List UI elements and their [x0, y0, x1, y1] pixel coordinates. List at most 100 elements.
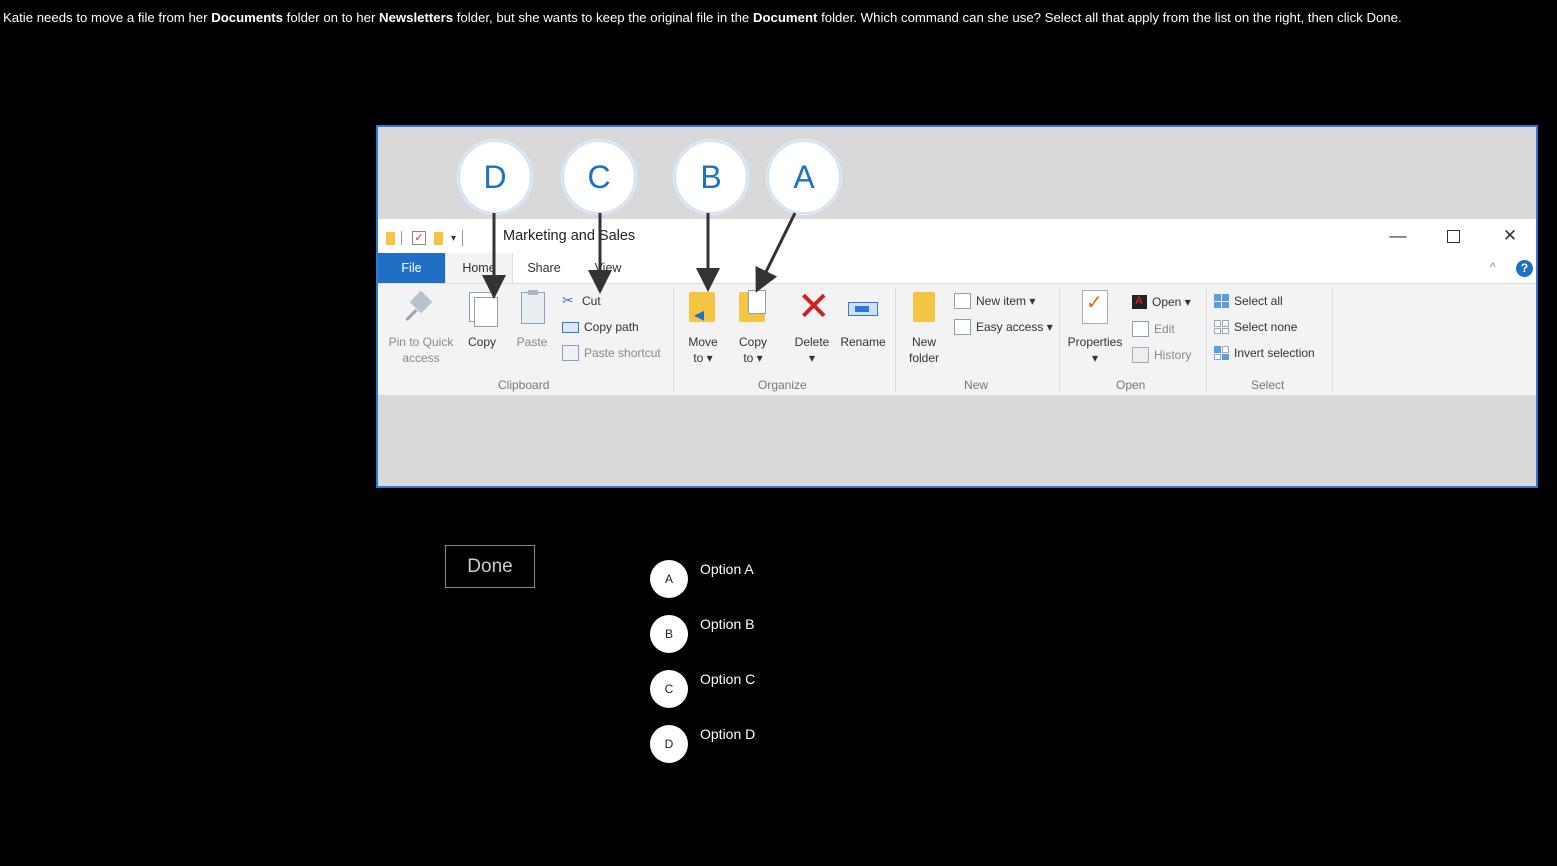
new-folder-icon [907, 290, 941, 326]
group-divider [895, 288, 896, 392]
copy-to-button[interactable]: Copy to ▾ [732, 290, 774, 366]
tab-share[interactable]: Share [518, 253, 570, 283]
window-title: Marketing and Sales [503, 228, 636, 244]
move-label-1: Move [688, 335, 718, 349]
paste-shortcut-icon [562, 345, 579, 361]
select-all-icon [1214, 294, 1229, 308]
option-b-label[interactable]: Option B [700, 616, 754, 632]
option-d-radio[interactable]: D [650, 725, 688, 763]
callout-b: B [674, 140, 748, 214]
pdf-open-icon [1132, 295, 1147, 309]
callout-a: A [767, 140, 841, 214]
close-button[interactable]: ✕ [1495, 224, 1525, 248]
easy-access-button[interactable]: Easy access ▾ [954, 318, 1053, 336]
maximize-icon [1446, 230, 1460, 243]
paste-shortcut-button[interactable]: Paste shortcut [562, 344, 661, 362]
copy-icon [465, 290, 499, 327]
delete-button[interactable]: ✕ Delete ▾ [788, 285, 836, 366]
option-d-label[interactable]: Option D [700, 726, 755, 742]
option-b-radio[interactable]: B [650, 615, 688, 653]
edit-button[interactable]: Edit [1132, 320, 1175, 338]
easy-access-icon [954, 319, 971, 335]
minimize-button[interactable]: — [1383, 224, 1413, 248]
question-bold-document: Document [752, 10, 818, 25]
rename-icon [846, 290, 880, 326]
group-divider [1206, 288, 1207, 392]
history-icon [1132, 347, 1149, 363]
tab-home[interactable]: Home [445, 253, 513, 283]
select-all-button[interactable]: Select all [1214, 292, 1283, 310]
properties-button[interactable]: Properties ▾ [1064, 290, 1126, 366]
pin-label-2: access [402, 351, 440, 365]
pin-icon [404, 290, 438, 326]
paste-button[interactable]: Paste [512, 290, 552, 350]
scissors-icon [562, 292, 577, 309]
new-folder-icon[interactable] [434, 231, 443, 245]
select-none-label: Select none [1234, 320, 1298, 334]
new-folder-button[interactable]: New folder [902, 290, 946, 366]
delete-label: Delete [794, 335, 830, 349]
group-label-clipboard: Clipboard [498, 378, 550, 392]
callout-c: C [562, 140, 636, 214]
rename-label: Rename [840, 335, 886, 349]
ribbon-home: Pin to Quick access Copy Paste Cut Copy … [378, 283, 1536, 395]
easy-access-label: Easy access ▾ [976, 320, 1053, 334]
folder-icon [386, 231, 395, 245]
pin-to-quick-access-button[interactable]: Pin to Quick access [386, 290, 456, 366]
question-bold-documents: Documents [211, 10, 283, 25]
copy-label: Copy [467, 335, 496, 349]
properties-label: Properties [1067, 335, 1123, 349]
new-item-button[interactable]: New item ▾ [954, 292, 1035, 310]
collapse-ribbon-icon[interactable]: ^ [1490, 260, 1496, 274]
new-folder-label-2: folder [908, 351, 940, 365]
toolbar-divider [462, 230, 464, 246]
open-label: Open ▾ [1152, 295, 1191, 309]
copy-to-label-1: Copy [738, 335, 767, 349]
quick-access-toolbar: ✓ ▾ [386, 229, 467, 247]
tab-file[interactable]: File [378, 253, 445, 283]
group-divider [1332, 288, 1333, 392]
option-a-label[interactable]: Option A [700, 561, 754, 577]
option-a-radio[interactable]: A [650, 560, 688, 598]
done-button[interactable]: Done [445, 545, 535, 588]
history-button[interactable]: History [1132, 346, 1191, 364]
delete-caret: ▾ [808, 351, 816, 365]
properties-check-icon[interactable]: ✓ [412, 231, 426, 245]
paste-icon [515, 290, 549, 326]
properties-caret: ▾ [1091, 351, 1099, 365]
option-c-label[interactable]: Option C [700, 671, 755, 687]
new-folder-label-1: New [911, 335, 936, 349]
edit-label: Edit [1154, 322, 1175, 336]
invert-selection-button[interactable]: Invert selection [1214, 344, 1315, 362]
copy-path-button[interactable]: Copy path [562, 318, 639, 336]
option-c-radio[interactable]: C [650, 670, 688, 708]
ribbon-tabs: File Home Share View ^ ? [378, 253, 1536, 283]
invert-selection-label: Invert selection [1234, 346, 1315, 360]
group-label-open: Open [1116, 378, 1146, 392]
explorer-screenshot-frame: D C B A ✓ ▾ Marketing and Sales — ✕ File… [376, 125, 1538, 488]
file-explorer-window: ✓ ▾ Marketing and Sales — ✕ File Home Sh… [378, 219, 1536, 395]
customize-toolbar-icon[interactable]: ▾ [451, 233, 456, 244]
invert-selection-icon [1214, 346, 1229, 360]
paste-shortcut-label: Paste shortcut [584, 346, 661, 360]
move-to-button[interactable]: ◂ Move to ▾ [682, 290, 724, 366]
select-none-button[interactable]: Select none [1214, 318, 1297, 336]
copy-path-label: Copy path [584, 320, 639, 334]
select-all-label: Select all [1234, 294, 1283, 308]
group-label-select: Select [1251, 378, 1285, 392]
open-button[interactable]: Open ▾ [1132, 293, 1191, 311]
copy-button[interactable]: Copy [462, 290, 502, 350]
help-icon[interactable]: ? [1516, 260, 1533, 277]
delete-x-icon: ✕ [797, 285, 831, 329]
move-label-2: to ▾ [693, 351, 713, 365]
cut-button[interactable]: Cut [562, 292, 601, 310]
rename-button[interactable]: Rename [838, 290, 888, 350]
maximize-button[interactable] [1438, 224, 1468, 248]
select-none-icon [1214, 320, 1229, 334]
callout-d: D [458, 140, 532, 214]
group-divider [1059, 288, 1060, 392]
tab-view[interactable]: View [588, 253, 628, 283]
copy-to-label-2: to ▾ [743, 351, 763, 365]
pin-label-1: Pin to Quick [388, 335, 454, 349]
cut-label: Cut [582, 294, 601, 308]
